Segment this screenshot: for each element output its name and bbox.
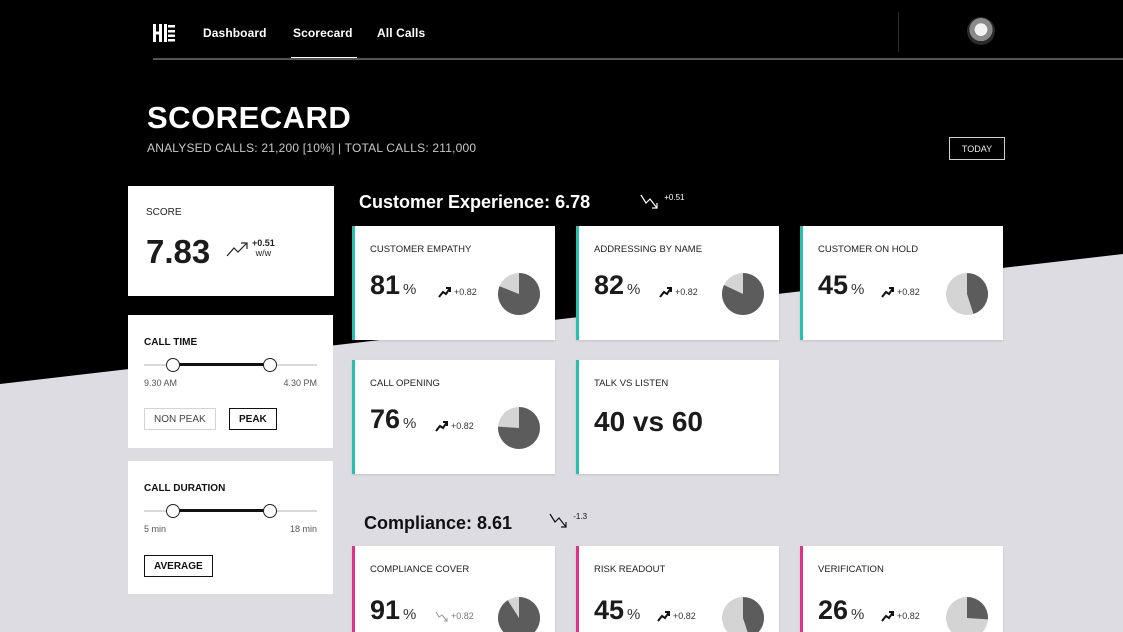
pie-chart bbox=[722, 273, 764, 315]
pie-chart bbox=[946, 273, 988, 315]
nav-item-scorecard[interactable]: Scorecard bbox=[291, 26, 357, 60]
card-value: 40 vs 60 bbox=[594, 406, 703, 437]
score-delta: +0.51 w/w bbox=[252, 238, 275, 258]
logo-icon[interactable] bbox=[153, 22, 175, 44]
card-delta: +0.82 bbox=[657, 610, 696, 622]
peak-button[interactable]: PEAK bbox=[229, 408, 277, 430]
customer-experience-heading: Customer Experience: 6.78 bbox=[359, 192, 591, 212]
score-panel: SCORE 7.83 +0.51 w/w bbox=[128, 186, 334, 296]
trend-up-icon bbox=[438, 287, 451, 298]
non-peak-button[interactable]: NON PEAK bbox=[144, 408, 216, 430]
call-time-panel: CALL TIME 9.30 AM 4.30 PM NON PEAK PEAK bbox=[128, 315, 333, 448]
pie-chart bbox=[498, 597, 540, 632]
call-duration-panel: CALL DURATION 5 min 18 min AVERAGE bbox=[128, 461, 333, 594]
slider-handle-end[interactable] bbox=[263, 504, 278, 518]
card-value: 82% bbox=[594, 270, 641, 300]
call-time-max: 4.30 PM bbox=[283, 378, 317, 388]
pie-slice bbox=[743, 597, 764, 632]
card-compliance-cover[interactable]: COMPLIANCE COVER 91% +0.82 bbox=[352, 546, 555, 632]
pie-slice bbox=[498, 597, 540, 632]
card-value: 45% bbox=[594, 595, 641, 625]
call-duration-max: 18 min bbox=[289, 524, 317, 534]
today-button[interactable]: TODAY bbox=[949, 137, 1005, 160]
card-value: 81% bbox=[370, 270, 417, 300]
card-customer-on-hold[interactable]: CUSTOMER ON HOLD 45% +0.82 bbox=[800, 226, 1003, 340]
card-value: 76% bbox=[370, 404, 417, 434]
compliance-heading: Compliance: 8.61 bbox=[364, 513, 513, 533]
card-label: CALL OPENING bbox=[370, 378, 440, 389]
card-value: 45% bbox=[818, 270, 865, 300]
slider-range bbox=[173, 363, 271, 366]
avatar[interactable] bbox=[967, 17, 995, 45]
trend-up-icon bbox=[226, 242, 248, 257]
nav-underline bbox=[153, 58, 1123, 60]
trend-up-icon bbox=[881, 287, 894, 298]
slider-handle-start[interactable] bbox=[166, 358, 181, 372]
customer-experience-trend: +0.51 bbox=[640, 193, 684, 211]
call-time-min: 9.30 AM bbox=[144, 378, 178, 388]
trend-down-icon bbox=[549, 513, 567, 528]
pie-chart bbox=[498, 407, 540, 449]
trend-down-icon bbox=[435, 611, 448, 622]
page-title: SCORECARD bbox=[147, 100, 352, 135]
pie-chart bbox=[722, 597, 764, 632]
card-addressing-by-name[interactable]: ADDRESSING BY NAME 82% +0.82 bbox=[576, 226, 779, 340]
card-value: 91% bbox=[370, 595, 417, 625]
card-verification[interactable]: VERIFICATION 26% +0.82 bbox=[800, 546, 1003, 632]
slider-range bbox=[173, 509, 271, 512]
card-value: 26% bbox=[818, 595, 865, 625]
pie-chart bbox=[498, 273, 540, 315]
card-label: CUSTOMER ON HOLD bbox=[818, 244, 919, 255]
compliance-trend: -1.3 bbox=[549, 512, 587, 530]
call-duration-min: 5 min bbox=[144, 524, 167, 534]
slider-handle-end[interactable] bbox=[263, 358, 278, 372]
card-delta: +0.82 bbox=[435, 420, 474, 432]
pie-chart bbox=[946, 597, 988, 632]
call-time-slider[interactable] bbox=[144, 357, 317, 373]
card-label: VERIFICATION bbox=[818, 564, 884, 575]
score-value: 7.83 bbox=[146, 233, 211, 270]
call-time-label: CALL TIME bbox=[144, 337, 198, 348]
slider-handle-start[interactable] bbox=[166, 504, 181, 518]
card-customer-empathy[interactable]: CUSTOMER EMPATHY 81% +0.82 bbox=[352, 226, 555, 340]
call-duration-label: CALL DURATION bbox=[144, 483, 226, 494]
card-call-opening[interactable]: CALL OPENING 76% +0.82 bbox=[352, 360, 555, 474]
trend-up-icon bbox=[659, 287, 672, 298]
card-talk-vs-listen[interactable]: TALK VS LISTEN 40 vs 60 bbox=[576, 360, 779, 474]
card-label: COMPLIANCE COVER bbox=[370, 564, 470, 575]
score-label: SCORE bbox=[146, 207, 182, 218]
trend-up-icon bbox=[435, 421, 448, 432]
trend-up-icon bbox=[881, 611, 894, 622]
nav-divider bbox=[898, 12, 899, 52]
card-label: RISK READOUT bbox=[594, 564, 666, 575]
top-nav: Dashboard Scorecard All Calls bbox=[153, 0, 1123, 60]
card-label: ADDRESSING BY NAME bbox=[594, 244, 703, 255]
card-label: CUSTOMER EMPATHY bbox=[370, 244, 472, 255]
pie-slice bbox=[967, 597, 988, 620]
card-delta: +0.82 bbox=[881, 610, 920, 622]
card-delta: +0.82 bbox=[438, 286, 477, 298]
card-label: TALK VS LISTEN bbox=[594, 378, 669, 389]
card-delta: +0.82 bbox=[659, 286, 698, 298]
card-delta: +0.82 bbox=[435, 610, 474, 622]
card-risk-readout[interactable]: RISK READOUT 45% +0.82 bbox=[576, 546, 779, 632]
nav-item-all-calls[interactable]: All Calls bbox=[377, 26, 425, 40]
average-button[interactable]: AVERAGE bbox=[144, 555, 213, 577]
trend-up-icon bbox=[657, 611, 670, 622]
page-subtitle: ANALYSED CALLS: 21,200 [10%] | TOTAL CAL… bbox=[147, 141, 477, 155]
call-duration-slider[interactable] bbox=[144, 503, 317, 519]
card-delta: +0.82 bbox=[881, 286, 920, 298]
nav-item-dashboard[interactable]: Dashboard bbox=[203, 26, 267, 40]
trend-down-icon bbox=[640, 194, 658, 209]
